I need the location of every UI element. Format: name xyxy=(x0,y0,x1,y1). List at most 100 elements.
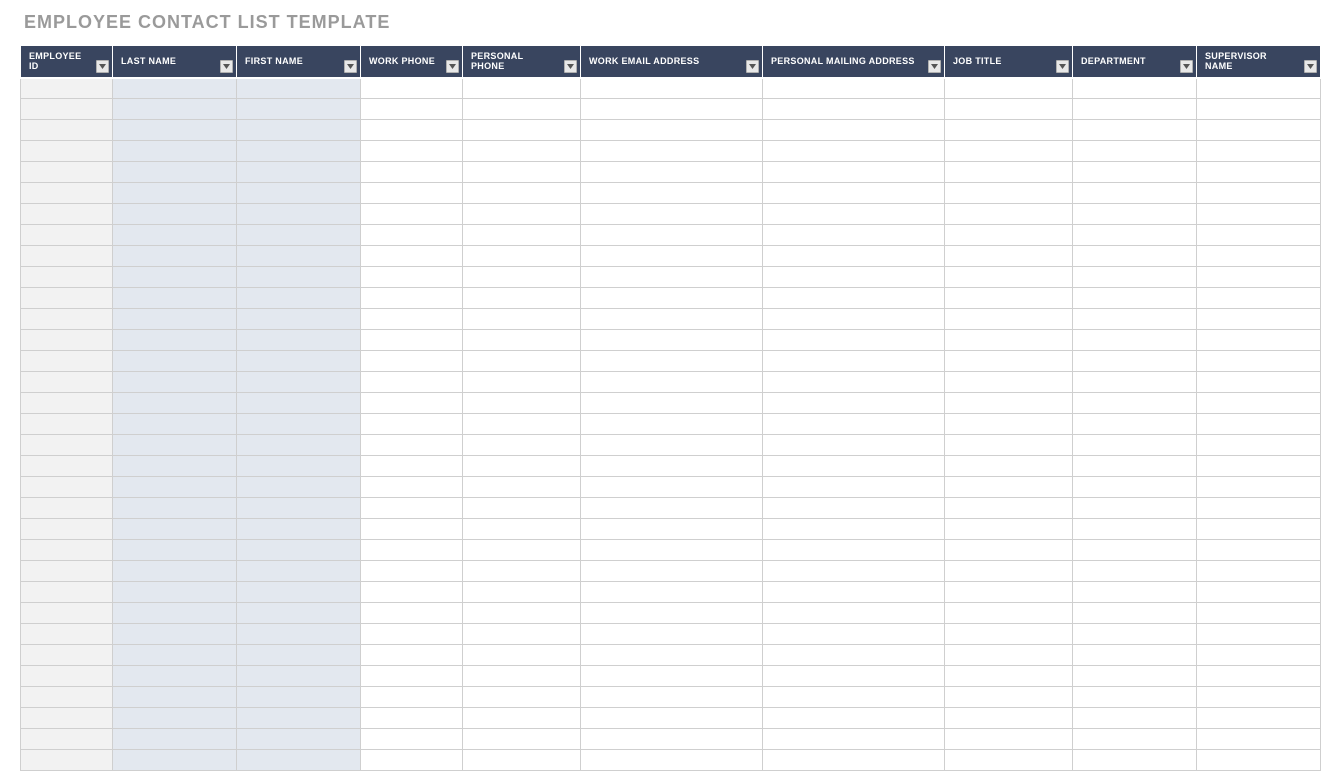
table-cell[interactable] xyxy=(763,120,945,141)
table-cell[interactable] xyxy=(361,414,463,435)
table-cell[interactable] xyxy=(463,330,581,351)
table-cell[interactable] xyxy=(1073,624,1197,645)
table-cell[interactable] xyxy=(1073,393,1197,414)
filter-dropdown-icon[interactable] xyxy=(1180,60,1193,73)
table-cell[interactable] xyxy=(1073,351,1197,372)
table-cell[interactable] xyxy=(1073,246,1197,267)
table-cell[interactable] xyxy=(463,435,581,456)
table-cell[interactable] xyxy=(463,540,581,561)
table-cell[interactable] xyxy=(463,267,581,288)
table-cell[interactable] xyxy=(1197,435,1321,456)
table-cell[interactable] xyxy=(361,519,463,540)
table-cell[interactable] xyxy=(113,78,237,99)
table-cell[interactable] xyxy=(113,645,237,666)
table-cell[interactable] xyxy=(763,519,945,540)
table-cell[interactable] xyxy=(763,267,945,288)
table-cell[interactable] xyxy=(945,267,1073,288)
filter-dropdown-icon[interactable] xyxy=(1304,60,1317,73)
table-cell[interactable] xyxy=(113,372,237,393)
table-cell[interactable] xyxy=(1197,582,1321,603)
table-cell[interactable] xyxy=(361,372,463,393)
table-cell[interactable] xyxy=(945,393,1073,414)
table-cell[interactable] xyxy=(945,414,1073,435)
table-cell[interactable] xyxy=(21,519,113,540)
table-cell[interactable] xyxy=(113,225,237,246)
table-cell[interactable] xyxy=(237,624,361,645)
table-cell[interactable] xyxy=(1073,645,1197,666)
table-cell[interactable] xyxy=(237,393,361,414)
table-cell[interactable] xyxy=(763,729,945,750)
table-cell[interactable] xyxy=(361,561,463,582)
table-cell[interactable] xyxy=(763,666,945,687)
table-cell[interactable] xyxy=(113,204,237,225)
table-cell[interactable] xyxy=(237,309,361,330)
table-cell[interactable] xyxy=(945,141,1073,162)
table-cell[interactable] xyxy=(1197,687,1321,708)
table-cell[interactable] xyxy=(945,204,1073,225)
table-cell[interactable] xyxy=(237,687,361,708)
table-cell[interactable] xyxy=(763,225,945,246)
table-cell[interactable] xyxy=(113,624,237,645)
table-cell[interactable] xyxy=(463,498,581,519)
table-cell[interactable] xyxy=(21,204,113,225)
table-cell[interactable] xyxy=(361,729,463,750)
table-cell[interactable] xyxy=(361,246,463,267)
table-cell[interactable] xyxy=(113,540,237,561)
table-cell[interactable] xyxy=(581,204,763,225)
table-cell[interactable] xyxy=(237,162,361,183)
table-cell[interactable] xyxy=(581,309,763,330)
filter-dropdown-icon[interactable] xyxy=(446,60,459,73)
table-cell[interactable] xyxy=(463,351,581,372)
table-cell[interactable] xyxy=(361,288,463,309)
table-cell[interactable] xyxy=(361,393,463,414)
table-cell[interactable] xyxy=(237,246,361,267)
table-cell[interactable] xyxy=(1197,666,1321,687)
table-cell[interactable] xyxy=(763,78,945,99)
table-cell[interactable] xyxy=(113,435,237,456)
table-cell[interactable] xyxy=(361,456,463,477)
table-cell[interactable] xyxy=(763,708,945,729)
table-cell[interactable] xyxy=(581,78,763,99)
table-cell[interactable] xyxy=(463,204,581,225)
table-cell[interactable] xyxy=(945,519,1073,540)
table-cell[interactable] xyxy=(763,477,945,498)
table-cell[interactable] xyxy=(361,183,463,204)
table-cell[interactable] xyxy=(463,477,581,498)
table-cell[interactable] xyxy=(581,99,763,120)
table-cell[interactable] xyxy=(581,477,763,498)
table-cell[interactable] xyxy=(1073,750,1197,771)
table-cell[interactable] xyxy=(361,666,463,687)
table-cell[interactable] xyxy=(237,183,361,204)
table-cell[interactable] xyxy=(21,498,113,519)
table-cell[interactable] xyxy=(361,267,463,288)
table-cell[interactable] xyxy=(1197,414,1321,435)
table-cell[interactable] xyxy=(1197,288,1321,309)
table-cell[interactable] xyxy=(237,750,361,771)
table-cell[interactable] xyxy=(21,645,113,666)
table-cell[interactable] xyxy=(21,666,113,687)
table-cell[interactable] xyxy=(581,624,763,645)
table-cell[interactable] xyxy=(361,330,463,351)
table-cell[interactable] xyxy=(581,729,763,750)
table-cell[interactable] xyxy=(763,372,945,393)
table-cell[interactable] xyxy=(581,267,763,288)
table-cell[interactable] xyxy=(237,414,361,435)
table-cell[interactable] xyxy=(361,540,463,561)
table-cell[interactable] xyxy=(1073,687,1197,708)
table-cell[interactable] xyxy=(763,435,945,456)
table-cell[interactable] xyxy=(113,162,237,183)
table-cell[interactable] xyxy=(361,120,463,141)
table-cell[interactable] xyxy=(1197,162,1321,183)
table-cell[interactable] xyxy=(763,540,945,561)
table-cell[interactable] xyxy=(361,435,463,456)
table-cell[interactable] xyxy=(361,477,463,498)
table-cell[interactable] xyxy=(463,729,581,750)
table-cell[interactable] xyxy=(763,414,945,435)
table-cell[interactable] xyxy=(361,309,463,330)
table-cell[interactable] xyxy=(1073,435,1197,456)
table-cell[interactable] xyxy=(113,519,237,540)
table-cell[interactable] xyxy=(113,267,237,288)
table-cell[interactable] xyxy=(945,372,1073,393)
table-cell[interactable] xyxy=(581,162,763,183)
table-cell[interactable] xyxy=(945,435,1073,456)
